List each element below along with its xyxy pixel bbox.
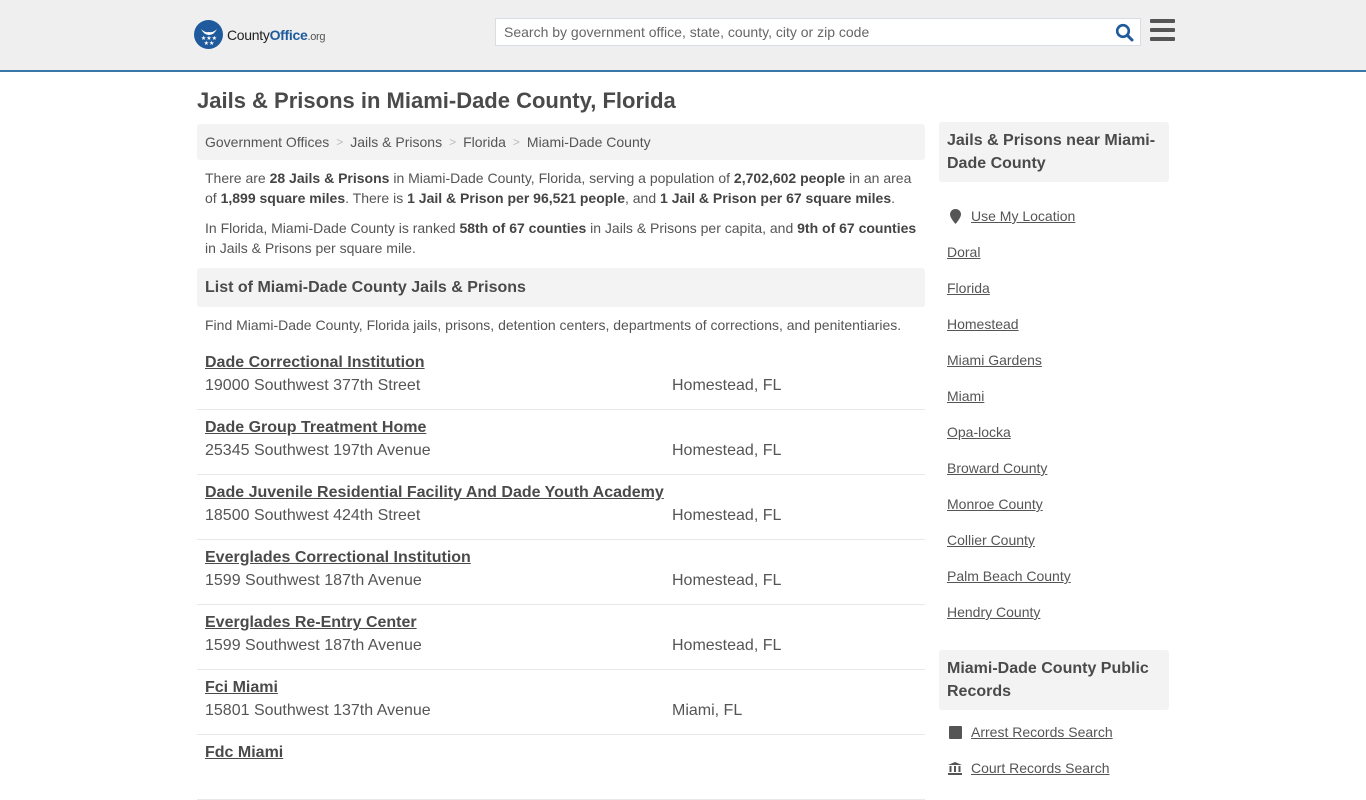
use-my-location-link[interactable]: Use My Location xyxy=(971,208,1075,224)
list-item: Dade Juvenile Residential Facility And D… xyxy=(197,475,925,540)
arrest-records-search-link[interactable]: Arrest Records Search xyxy=(971,724,1113,740)
facility-address: 1599 Southwest 187th Avenue xyxy=(205,637,422,654)
nearby-item: Miami Gardens xyxy=(947,342,1161,378)
nearby-link-homestead[interactable]: Homestead xyxy=(947,316,1019,332)
use-my-location: Use My Location xyxy=(947,198,1161,234)
facility-link[interactable]: Dade Group Treatment Home xyxy=(205,419,426,437)
breadcrumb-separator: > xyxy=(336,135,344,149)
main-content: Government Offices > Jails & Prisons > F… xyxy=(197,124,925,800)
facility-address: 1599 Southwest 187th Avenue xyxy=(205,572,422,589)
nearby-item: Broward County xyxy=(947,450,1161,486)
square-icon xyxy=(947,725,963,739)
eagle-stars-icon: ★★★ ★★ xyxy=(194,20,223,49)
facility-address: 18500 Southwest 424th Street xyxy=(205,507,421,524)
ranking-paragraph: In Florida, Miami-Dade County is ranked … xyxy=(205,220,917,256)
facility-link[interactable]: Dade Correctional Institution xyxy=(205,354,425,372)
intro-text: There are 28 Jails & Prisons in Miami-Da… xyxy=(197,160,925,258)
nearby-link-collier-county[interactable]: Collier County xyxy=(947,532,1035,548)
site-logo[interactable]: ★★★ ★★ CountyOffice.org xyxy=(194,20,326,49)
nearby-item: Monroe County xyxy=(947,486,1161,522)
public-records-list: Arrest Records Search Court Records Sear… xyxy=(939,710,1169,786)
list-section-title: List of Miami-Dade County Jails & Prison… xyxy=(197,268,925,307)
records-item: Court Records Search xyxy=(947,750,1161,786)
facility-list: Dade Correctional Institution 19000 Sout… xyxy=(197,345,925,800)
court-records-search-link[interactable]: Court Records Search xyxy=(971,760,1110,776)
nearby-link-palm-beach-county[interactable]: Palm Beach County xyxy=(947,568,1071,584)
breadcrumb-jails-prisons[interactable]: Jails & Prisons xyxy=(350,134,442,150)
search-button[interactable] xyxy=(1108,19,1140,45)
hamburger-menu-icon[interactable] xyxy=(1150,19,1175,41)
svg-text:★★: ★★ xyxy=(203,40,214,46)
nearby-item: Palm Beach County xyxy=(947,558,1161,594)
site-header: ★★★ ★★ CountyOffice.org xyxy=(0,0,1366,72)
nearby-link-broward-county[interactable]: Broward County xyxy=(947,460,1047,476)
list-item: Everglades Re-Entry Center 1599 Southwes… xyxy=(197,605,925,670)
nearby-link-miami-gardens[interactable]: Miami Gardens xyxy=(947,352,1042,368)
facility-link[interactable]: Everglades Re-Entry Center xyxy=(205,614,417,632)
list-item: Fci Miami 15801 Southwest 137th Avenue M… xyxy=(197,670,925,735)
nearby-link-opa-locka[interactable]: Opa-locka xyxy=(947,424,1011,440)
page-title: Jails & Prisons in Miami-Dade County, Fl… xyxy=(197,88,676,113)
list-item: Dade Group Treatment Home 25345 Southwes… xyxy=(197,410,925,475)
facility-link[interactable]: Dade Juvenile Residential Facility And D… xyxy=(205,484,664,502)
facility-address: 15801 Southwest 137th Avenue xyxy=(205,702,431,719)
facility-city: Homestead, FL xyxy=(672,442,782,459)
nearby-item: Collier County xyxy=(947,522,1161,558)
nearby-item: Florida xyxy=(947,270,1161,306)
list-item: Dade Correctional Institution 19000 Sout… xyxy=(197,345,925,410)
search-input[interactable] xyxy=(496,19,1108,45)
logo-text: CountyOffice.org xyxy=(227,26,326,43)
facility-address: 19000 Southwest 377th Street xyxy=(205,377,421,394)
breadcrumb-separator: > xyxy=(512,135,520,149)
facility-city: Homestead, FL xyxy=(672,637,782,654)
nearby-item: Doral xyxy=(947,234,1161,270)
breadcrumb: Government Offices > Jails & Prisons > F… xyxy=(197,124,925,160)
courthouse-icon xyxy=(947,761,963,775)
nearby-link-florida[interactable]: Florida xyxy=(947,280,990,296)
nearby-link-doral[interactable]: Doral xyxy=(947,244,980,260)
facility-city: Homestead, FL xyxy=(672,572,782,589)
facility-address: 25345 Southwest 197th Avenue xyxy=(205,442,431,459)
public-records-title: Miami-Dade County Public Records xyxy=(939,650,1169,710)
nearby-link-hendry-county[interactable]: Hendry County xyxy=(947,604,1040,620)
breadcrumb-separator: > xyxy=(449,135,457,149)
nearby-item: Hendry County xyxy=(947,594,1161,630)
list-item: Everglades Correctional Institution 1599… xyxy=(197,540,925,605)
search-icon xyxy=(1115,23,1133,41)
nearby-title: Jails & Prisons near Miami-Dade County xyxy=(939,122,1169,182)
records-item: Arrest Records Search xyxy=(947,714,1161,750)
facility-city: Homestead, FL xyxy=(672,507,782,524)
nearby-item: Miami xyxy=(947,378,1161,414)
stats-paragraph: There are 28 Jails & Prisons in Miami-Da… xyxy=(205,170,912,206)
nearby-list: Use My Location Doral Florida Homestead … xyxy=(939,182,1169,630)
breadcrumb-miami-dade-county[interactable]: Miami-Dade County xyxy=(527,134,651,150)
facility-city: Miami, FL xyxy=(672,702,743,719)
nearby-link-miami[interactable]: Miami xyxy=(947,388,984,404)
breadcrumb-florida[interactable]: Florida xyxy=(463,134,506,150)
sidebar: Jails & Prisons near Miami-Dade County U… xyxy=(939,122,1169,786)
nearby-item: Opa-locka xyxy=(947,414,1161,450)
facility-city: Homestead, FL xyxy=(672,377,782,394)
nearby-item: Homestead xyxy=(947,306,1161,342)
breadcrumb-government-offices[interactable]: Government Offices xyxy=(205,134,329,150)
map-marker-icon xyxy=(947,208,963,224)
facility-link[interactable]: Fdc Miami xyxy=(205,744,283,762)
list-section-description: Find Miami-Dade County, Florida jails, p… xyxy=(205,317,902,333)
nearby-link-monroe-county[interactable]: Monroe County xyxy=(947,496,1043,512)
search-bar xyxy=(495,18,1141,46)
facility-link[interactable]: Fci Miami xyxy=(205,679,278,697)
facility-link[interactable]: Everglades Correctional Institution xyxy=(205,549,471,567)
